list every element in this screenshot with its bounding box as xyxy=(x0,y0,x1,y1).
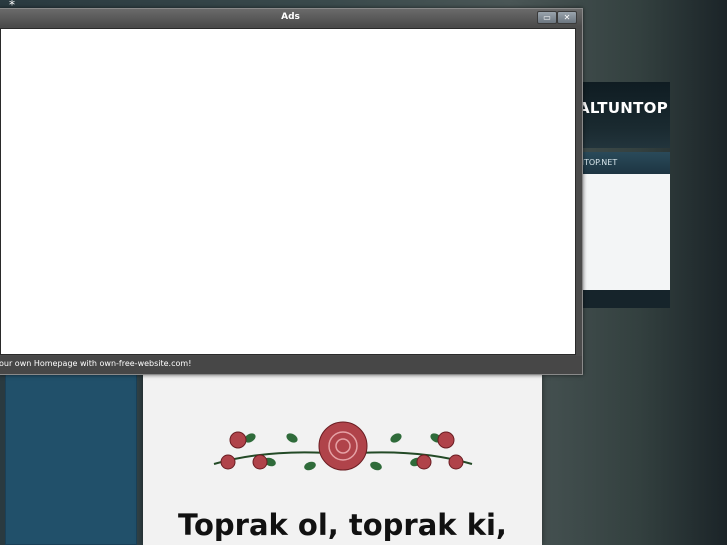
ads-window[interactable]: Ads ▭ ✕ our own Homepage with own-free-w… xyxy=(0,8,583,375)
site-nav-text[interactable]: NTOP.NET xyxy=(578,158,617,167)
rose-garland-image xyxy=(213,421,473,471)
poem-line: Toprak ol, toprak ki, xyxy=(178,508,507,542)
ads-titlebar[interactable]: Ads ▭ ✕ xyxy=(0,9,582,27)
close-button[interactable]: ✕ xyxy=(557,11,577,24)
ads-content-area[interactable] xyxy=(0,28,576,355)
close-icon: ✕ xyxy=(563,13,571,22)
site-title[interactable]: ALTUNTOP xyxy=(578,99,668,117)
cursor-icon: ⁎ xyxy=(9,0,15,8)
left-sidebar-column xyxy=(5,370,137,545)
ads-statusbar: our own Homepage with own-free-website.c… xyxy=(0,356,582,374)
ads-status-text[interactable]: our own Homepage with own-free-website.c… xyxy=(0,359,191,368)
ads-window-title: Ads xyxy=(281,12,300,22)
maximize-icon: ▭ xyxy=(543,13,551,22)
maximize-button[interactable]: ▭ xyxy=(537,11,557,24)
